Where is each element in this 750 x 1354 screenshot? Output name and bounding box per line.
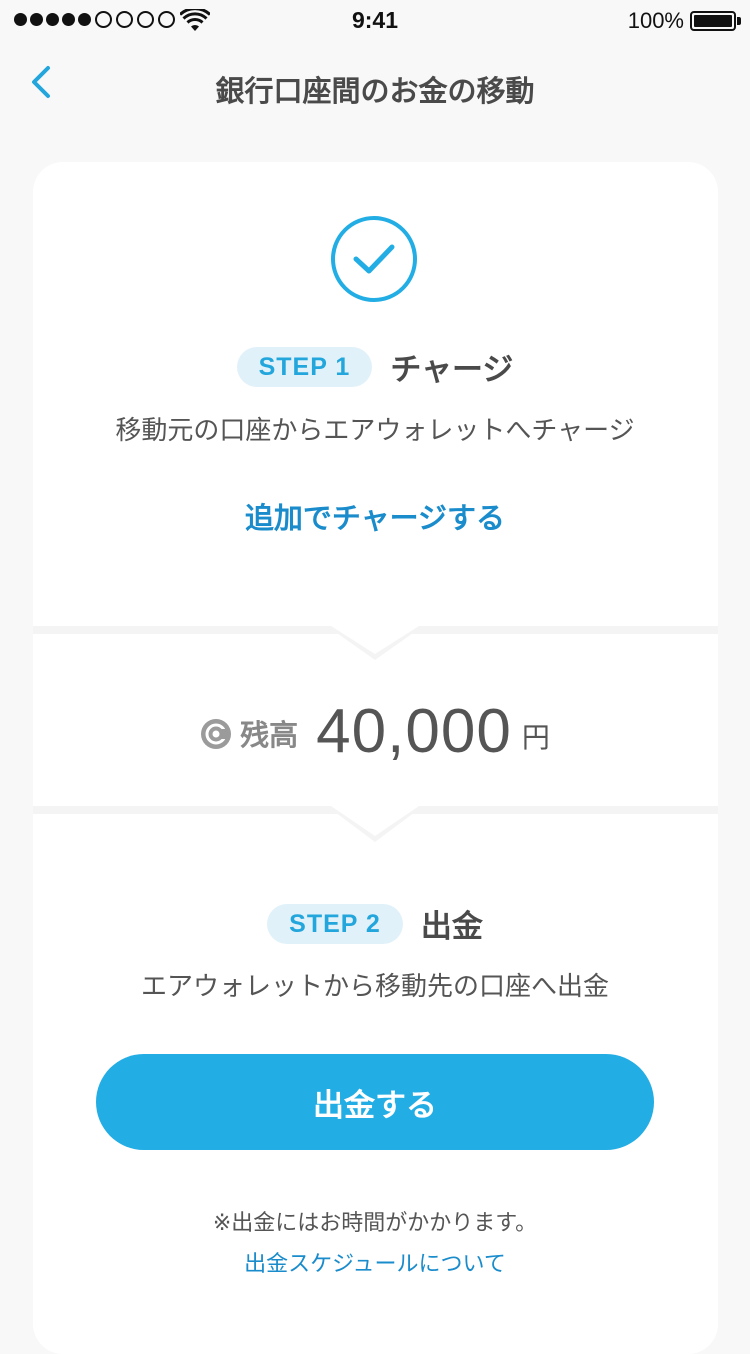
step2-badge: STEP 2 [267,903,403,944]
balance-unit: 円 [521,721,550,754]
step1-badge: STEP 1 [236,346,373,387]
notch-arrow [327,626,423,660]
notch-arrow [327,806,423,842]
withdraw-button[interactable]: 出金する [96,1054,654,1150]
withdraw-schedule-link[interactable]: 出金スケジュールについて [0,1246,750,1278]
balance-row: 残高 40,000 円 [0,696,750,766]
step1-header: STEP 1 チャージ [0,344,750,389]
balance-label: 残高 [240,718,299,752]
withdraw-note: ※出金にはお時間がかかります。 [212,1211,538,1236]
step2-title: 出金 [420,909,483,945]
balance-value: 40,000 [316,696,512,766]
battery-percent: 100% [627,8,684,33]
step1-description: 移動元の口座からエアウォレットへチャージ [115,416,635,446]
coin-icon [201,719,232,749]
additional-charge-link[interactable]: 追加でチャージする [0,495,750,537]
battery-icon [690,11,736,31]
step2-header: STEP 2 出金 [0,901,750,946]
step1-title: チャージ [390,352,514,388]
check-circle-icon [331,216,417,302]
step2-description: エアウォレットから移動先の口座へ出金 [140,972,609,1002]
page-title: 銀行口座間のお金の移動 [215,74,535,108]
status-bar: 9:41 100% [0,0,750,40]
